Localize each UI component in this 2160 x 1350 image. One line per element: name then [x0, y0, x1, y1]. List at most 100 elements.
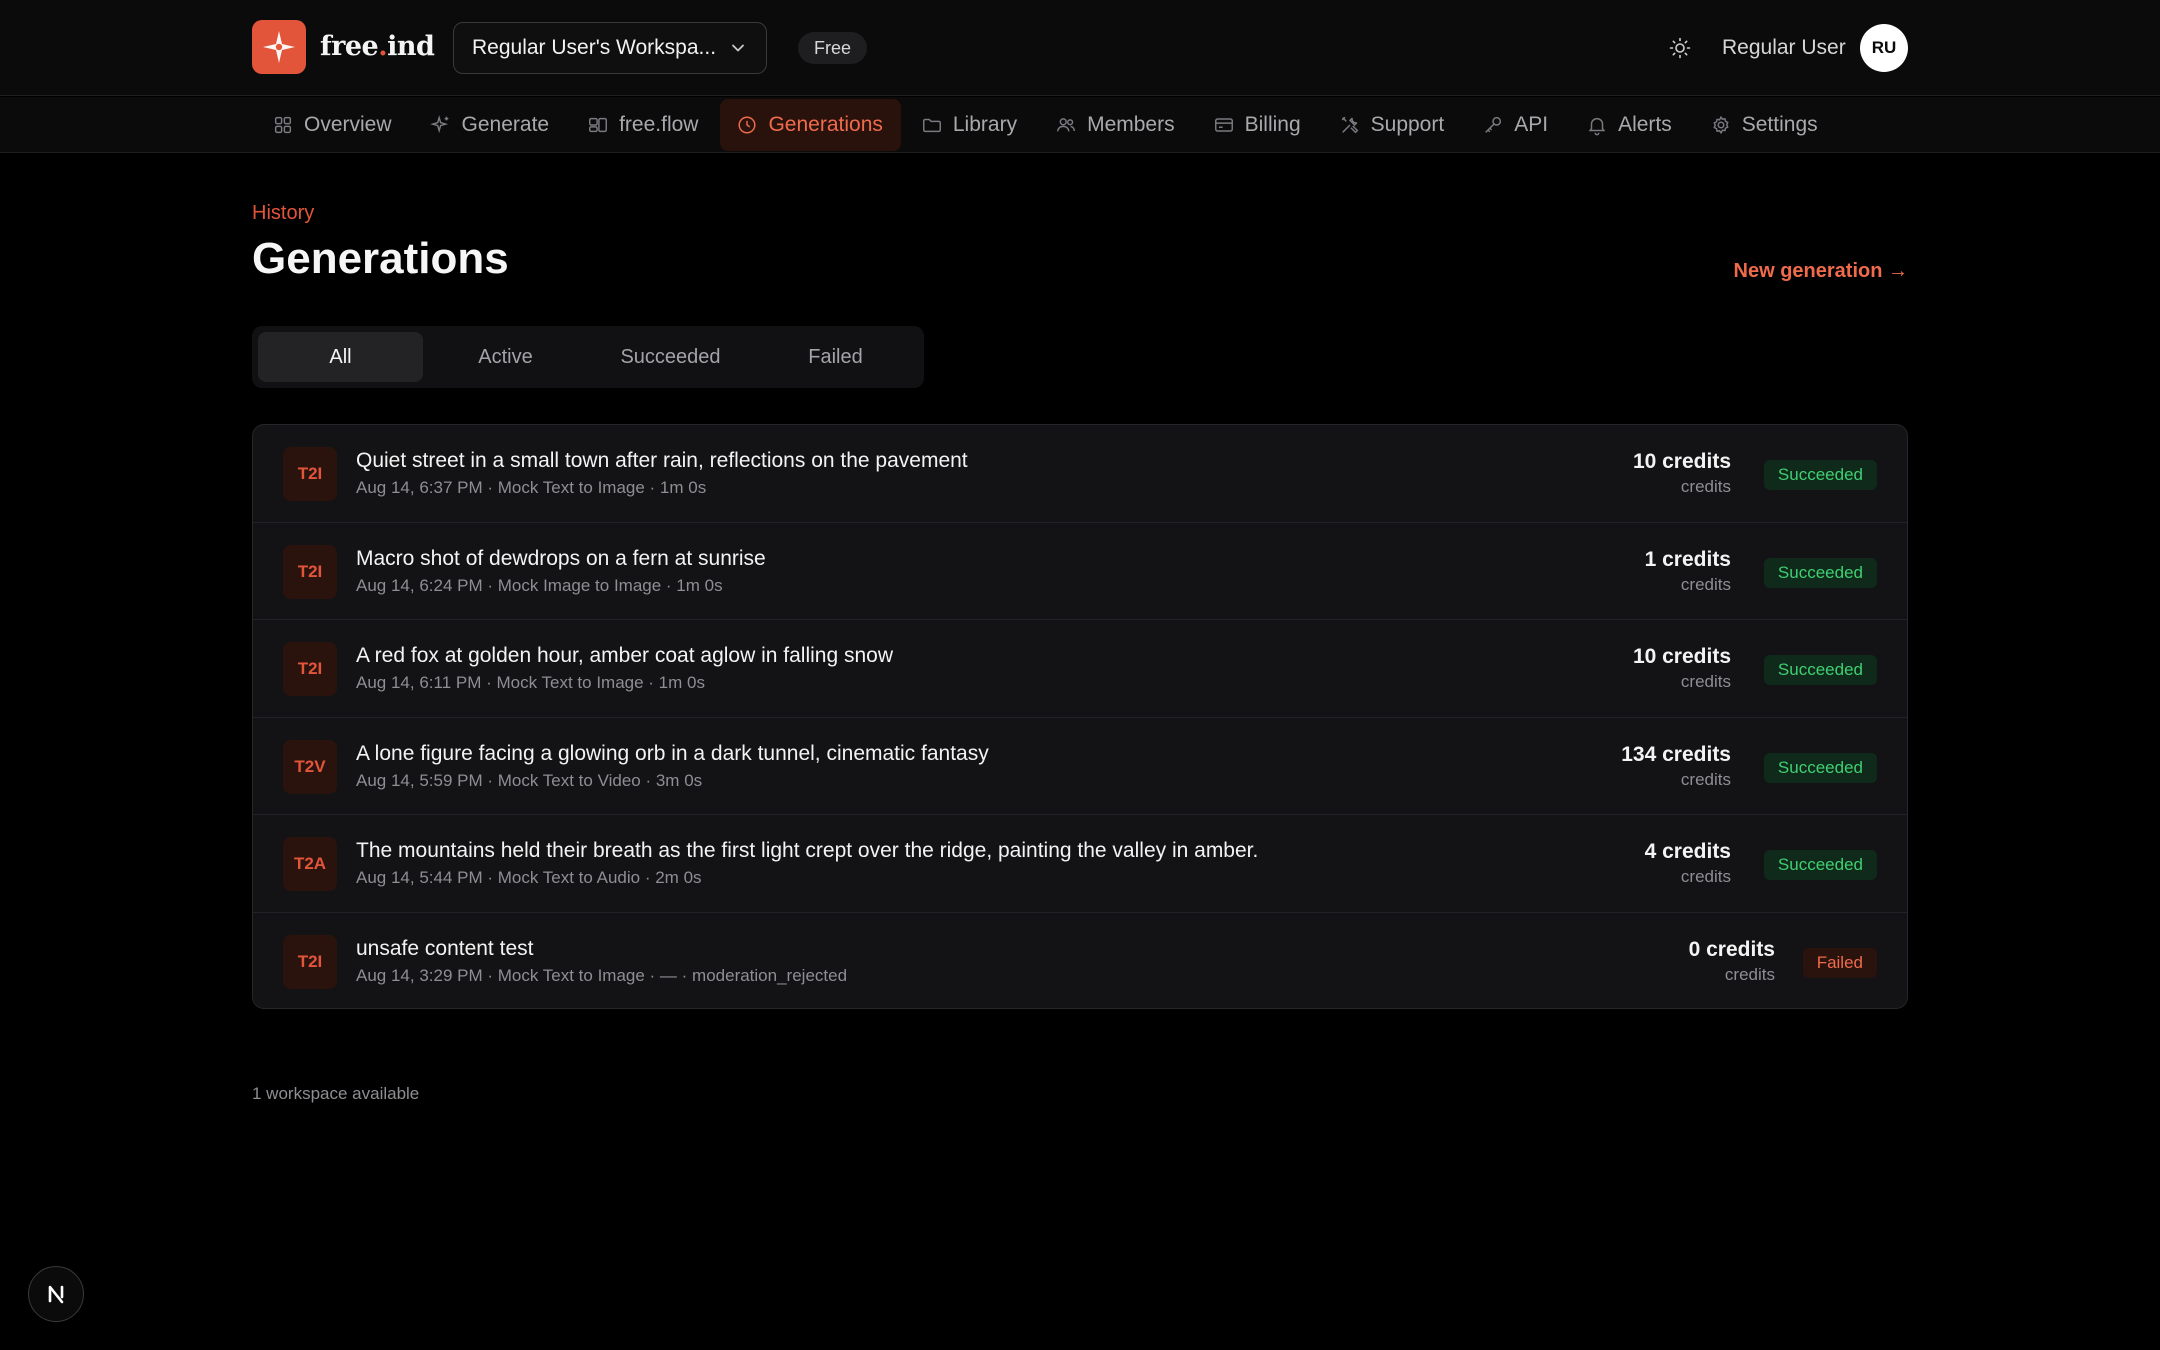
- credits-amount: 134 credits: [1621, 742, 1731, 766]
- logo-icon[interactable]: [252, 20, 306, 74]
- credits-cost: 4 credits credits: [1645, 839, 1731, 889]
- nav-item-api[interactable]: API: [1466, 99, 1566, 151]
- sun-icon: [1669, 37, 1691, 59]
- list-item[interactable]: T2I Quiet street in a small town after r…: [253, 425, 1907, 523]
- dev-tools-button[interactable]: [28, 1266, 84, 1322]
- generation-prompt: unsafe content test: [356, 936, 534, 960]
- breadcrumb: History: [252, 202, 315, 224]
- generation-meta: Aug 14, 5:44 PM · Mock Text to Audio · 2…: [356, 868, 702, 887]
- generation-meta: Aug 14, 5:59 PM · Mock Text to Video · 3…: [356, 770, 703, 790]
- credits-unit: credits: [1680, 867, 1731, 886]
- credits-cost: 10 credits credits: [1633, 449, 1731, 499]
- credits-amount: 4 credits: [1644, 840, 1731, 863]
- workspace-count-note: 1 workspace available: [252, 1084, 420, 1103]
- workspace-select[interactable]: Regular User's Workspa...: [453, 22, 767, 74]
- credits-cost: 0 credits credits: [1689, 937, 1775, 987]
- tab-succeeded[interactable]: Succeeded: [588, 332, 753, 382]
- nav-item-billing[interactable]: Billing: [1197, 99, 1319, 151]
- credits-cost: 1 credits credits: [1645, 547, 1731, 597]
- nav-item-label: API: [1514, 113, 1549, 136]
- credits-amount: 1 credits: [1644, 547, 1731, 571]
- list-item[interactable]: T2I Macro shot of dewdrops on a fern at …: [253, 523, 1907, 620]
- nav-item-label: Members: [1087, 113, 1175, 136]
- nav-item-label: Overview: [304, 113, 392, 136]
- credits-amount: 10 credits: [1632, 450, 1731, 473]
- nav-item-label: Generations: [768, 113, 883, 136]
- nav-item-label: Settings: [1741, 113, 1818, 136]
- type-badge: T2I: [283, 642, 337, 696]
- generation-prompt: A lone figure facing a glowing orb in a …: [356, 741, 989, 765]
- list-item[interactable]: T2A The mountains held their breath as t…: [253, 815, 1907, 913]
- tools-icon: [1341, 116, 1359, 134]
- nav-item-overview[interactable]: Overview: [256, 99, 410, 151]
- status-badge: Succeeded: [1763, 752, 1877, 783]
- gear-icon: [1713, 115, 1729, 135]
- nav-item-generations[interactable]: Generations: [720, 99, 901, 151]
- status-badge: Succeeded: [1763, 557, 1877, 588]
- bell-icon: [1588, 117, 1606, 136]
- main-nav: Overview Generate free.flow Generations …: [0, 97, 2160, 153]
- new-generation-link[interactable]: New generation →: [1734, 260, 1908, 283]
- nav-item-free-flow[interactable]: free.flow: [571, 99, 716, 151]
- status-badge: Succeeded: [1763, 460, 1877, 490]
- generation-meta: Aug 14, 6:11 PM · Mock Text to Image · 1…: [356, 673, 705, 692]
- tab-failed[interactable]: Failed: [753, 332, 918, 382]
- sparkle-icon: [429, 115, 448, 134]
- credits-unit: credits: [1680, 477, 1731, 496]
- nav-item-label: Alerts: [1618, 113, 1672, 136]
- nav-item-alerts[interactable]: Alerts: [1570, 99, 1690, 151]
- credits-unit: credits: [1680, 672, 1731, 691]
- nav-item-label: Generate: [461, 113, 550, 136]
- generations-list: T2I Quiet street in a small town after r…: [252, 424, 1908, 1009]
- status-badge: Succeeded: [1763, 850, 1877, 880]
- avatar[interactable]: RU: [1860, 24, 1908, 72]
- plan-badge: Free: [798, 32, 868, 64]
- type-badge: T2I: [283, 544, 337, 599]
- nav-item-label: Billing: [1244, 113, 1301, 136]
- workspace-select-label: Regular User's Workspa...: [472, 36, 717, 59]
- list-item[interactable]: T2V A lone figure facing a glowing orb i…: [253, 718, 1907, 815]
- list-item[interactable]: T2I A red fox at golden hour, amber coat…: [253, 620, 1907, 718]
- credits-unit: credits: [1724, 964, 1775, 984]
- nav-item-label: Library: [952, 113, 1018, 136]
- top-bar: free.ind Regular User's Workspa... Free …: [0, 0, 2160, 96]
- list-item[interactable]: T2I unsafe content test Aug 14, 3:29 PM …: [253, 913, 1907, 1009]
- credits-unit: credits: [1680, 574, 1731, 594]
- chevron-down-icon: [732, 44, 744, 52]
- grid-icon: [274, 116, 292, 134]
- card-icon: [1214, 118, 1233, 132]
- logo-wordmark[interactable]: free.ind: [320, 28, 435, 66]
- folder-icon: [922, 118, 941, 133]
- nav-item-support[interactable]: Support: [1323, 99, 1463, 151]
- page-title: Generations: [252, 234, 509, 283]
- nav-item-settings[interactable]: Settings: [1694, 99, 1836, 151]
- credits-amount: 10 credits: [1632, 645, 1731, 668]
- tab-active[interactable]: Active: [423, 332, 588, 382]
- generation-prompt: Macro shot of dewdrops on a fern at sunr…: [356, 546, 766, 570]
- generation-meta: Aug 14, 6:24 PM · Mock Image to Image · …: [356, 575, 723, 595]
- generation-meta: Aug 14, 3:29 PM · Mock Text to Image · —…: [356, 965, 848, 985]
- nav-item-library[interactable]: Library: [905, 99, 1035, 151]
- tab-all[interactable]: All: [258, 332, 423, 382]
- generation-prompt: The mountains held their breath as the f…: [356, 839, 1259, 862]
- filter-tabs: All Active Succeeded Failed: [252, 326, 924, 388]
- clock-icon: [738, 116, 756, 134]
- credits-unit: credits: [1680, 769, 1731, 789]
- status-badge: Failed: [1802, 947, 1877, 978]
- nav-item-generate[interactable]: Generate: [414, 99, 568, 151]
- key-icon: [1485, 116, 1502, 133]
- type-badge: T2I: [283, 447, 337, 501]
- credits-amount: 0 credits: [1688, 937, 1775, 961]
- theme-toggle-button[interactable]: [1664, 32, 1696, 64]
- nav-item-members[interactable]: Members: [1039, 99, 1193, 151]
- user-name[interactable]: Regular User: [1722, 32, 1846, 64]
- generation-prompt: Quiet street in a small town after rain,…: [356, 449, 968, 472]
- type-badge: T2A: [283, 837, 337, 891]
- generation-prompt: A red fox at golden hour, amber coat agl…: [356, 644, 893, 667]
- flow-icon: [589, 117, 608, 133]
- credits-cost: 10 credits credits: [1633, 644, 1731, 694]
- type-badge: T2I: [283, 934, 337, 989]
- type-badge: T2V: [283, 739, 337, 794]
- generation-meta: Aug 14, 6:37 PM · Mock Text to Image · 1…: [356, 478, 707, 497]
- nav-item-label: free.flow: [619, 113, 699, 136]
